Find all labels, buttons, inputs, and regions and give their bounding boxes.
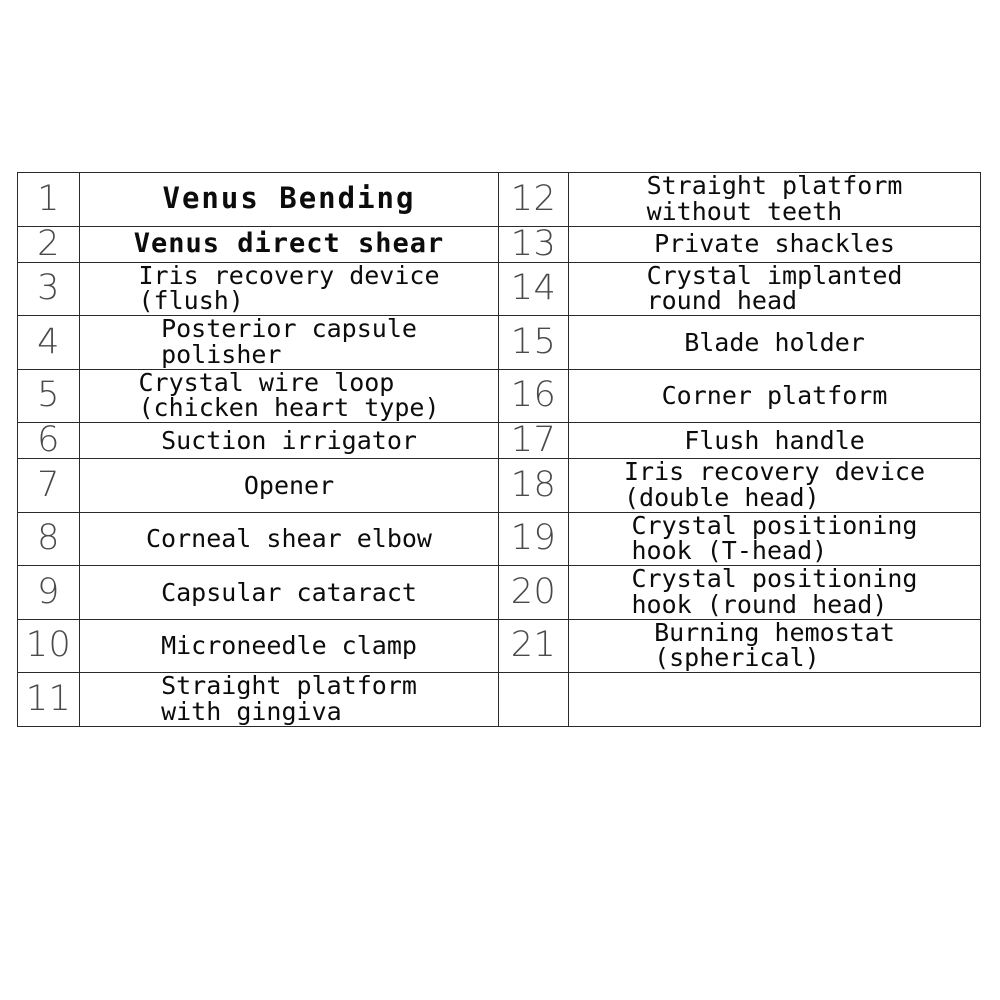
row-number-cell: 11 <box>17 672 80 727</box>
instrument-name-line: (double head) <box>623 482 820 512</box>
instrument-name-table: 1 Venus Bending 12 Straight platform without… <box>17 172 981 727</box>
instrument-name-block: Burning hemostat (spherical) <box>654 617 895 672</box>
instrument-name-line: (flush) <box>138 286 244 315</box>
row-number-cell: 5 <box>17 368 80 423</box>
instrument-name-line: with gingiva <box>161 696 342 726</box>
row-number-cell: 18 <box>498 458 569 513</box>
row-number-cell: 8 <box>17 511 80 566</box>
row-number-cell: 16 <box>498 368 569 423</box>
instrument-name-line: Venus direct shear <box>133 228 445 260</box>
instrument-name-cell: Flush handle <box>568 422 981 459</box>
instrument-name-cell: Corner platform <box>568 368 981 423</box>
table-row: 8 Corneal shear elbow 19 Crystal positionin… <box>17 510 981 566</box>
instrument-name-line: Straight platform <box>646 171 903 200</box>
instrument-name-line: Private shackles <box>654 229 895 259</box>
instrument-name-line: Suction irrigator <box>161 425 417 455</box>
table-row: 1 Venus Bending 12 Straight platform without… <box>17 172 981 227</box>
empty-cell <box>568 672 981 727</box>
instrument-name-line: Capsular cataract <box>161 577 417 607</box>
instrument-name-cell: Iris recovery device (double head) <box>568 458 981 513</box>
instrument-name-cell: Crystal positioning hook (round head) <box>568 565 981 620</box>
instrument-name-cell: Venus Bending <box>79 172 499 227</box>
row-number-cell: 3 <box>17 261 80 316</box>
page-root: 1 Venus Bending 12 Straight platform without… <box>0 0 1000 1000</box>
table-row: 10 Microneedle clamp 21 Burning hemostat (sp… <box>17 617 981 673</box>
table-row: 9 Capsular cataract 20 Crystal positioning h… <box>17 565 981 620</box>
instrument-name-line: round head <box>646 286 798 315</box>
row-number-cell: 7 <box>17 458 80 513</box>
table-row: 2 Venus direct shear 13 Private shackles <box>17 225 981 263</box>
instrument-name-line: Crystal implanted <box>646 260 903 290</box>
instrument-name-line: Corneal shear elbow <box>146 524 432 553</box>
row-number-cell: 6 <box>17 422 80 459</box>
instrument-name-block: Crystal positioning hook (round head) <box>632 566 918 617</box>
instrument-name-block: Crystal wire loop (chicken heart type) <box>138 367 440 422</box>
instrument-name-block: Straight platform without teeth <box>647 173 903 224</box>
instrument-name-line: Burning hemostat <box>654 617 895 647</box>
instrument-name-line: hook (T-head) <box>631 536 828 565</box>
instrument-name-cell: Crystal positioning hook (T-head) <box>568 510 981 566</box>
instrument-name-line: Flush handle <box>684 425 865 455</box>
instrument-name-cell: Straight platform without teeth <box>568 172 981 227</box>
table-row: 6 Suction irrigator 17 Flush handle <box>17 422 981 459</box>
instrument-name-line: Blade holder <box>684 327 865 357</box>
instrument-name-cell: Capsular cataract <box>79 565 499 620</box>
table-row: 5 Crystal wire loop (chicken heart type) 16… <box>17 367 981 423</box>
row-number-cell: 15 <box>498 315 569 370</box>
table-body: 1 Venus Bending 12 Straight platform without… <box>17 172 981 727</box>
instrument-name-line: Opener <box>243 470 335 500</box>
instrument-name-cell: Crystal wire loop (chicken heart type) <box>79 367 499 423</box>
row-number-cell <box>498 672 569 727</box>
instrument-name-block: Crystal implanted round head <box>646 260 903 315</box>
instrument-name-line: Iris recovery device <box>138 260 440 290</box>
row-number-cell: 2 <box>17 225 80 263</box>
instrument-name-cell: Blade holder <box>568 315 981 370</box>
instrument-name-cell: Crystal implanted round head <box>568 260 981 316</box>
instrument-name-block: Crystal positioning hook (T-head) <box>631 510 918 565</box>
row-number-cell: 9 <box>17 565 80 620</box>
row-number-cell: 12 <box>498 172 569 227</box>
instrument-name-block: Posterior capsule polisher <box>161 316 417 367</box>
instrument-name-line: (chicken heart type) <box>138 393 440 422</box>
instrument-name-line: Crystal wire loop <box>138 367 395 397</box>
row-number-cell: 4 <box>17 315 80 370</box>
instrument-name-line: Crystal positioning <box>631 510 918 540</box>
instrument-name-line: hook (round head) <box>631 589 888 619</box>
instrument-name-cell: Opener <box>79 458 499 513</box>
instrument-name-cell: Private shackles <box>568 225 981 263</box>
row-number-cell: 14 <box>498 261 569 316</box>
row-number-cell: 17 <box>498 422 569 459</box>
instrument-name-line: Venus Bending <box>162 181 416 216</box>
row-number-cell: 19 <box>498 511 569 566</box>
instrument-name-cell: Burning hemostat (spherical) <box>568 617 981 673</box>
instrument-name-cell: Microneedle clamp <box>79 618 499 673</box>
instrument-name-block: Iris recovery device (flush) <box>138 260 440 315</box>
instrument-name-line: Corner platform <box>661 381 888 410</box>
row-number-cell: 20 <box>498 565 569 620</box>
row-number-cell: 13 <box>498 225 569 263</box>
instrument-name-cell: Corneal shear elbow <box>79 511 499 566</box>
instrument-name-line: Iris recovery device <box>623 457 926 486</box>
instrument-name-line: polisher <box>161 339 282 369</box>
instrument-name-cell: Iris recovery device (flush) <box>79 260 499 316</box>
table-row: 3 Iris recovery device (flush) 14 Crystal im… <box>17 260 981 316</box>
row-number-cell: 1 <box>17 172 80 227</box>
instrument-name-cell: Posterior capsule polisher <box>79 315 499 370</box>
instrument-name-cell: Straight platform with gingiva <box>79 672 499 727</box>
instrument-name-block: Straight platform with gingiva <box>161 673 417 724</box>
instrument-name-line: Crystal positioning <box>631 564 918 593</box>
row-number-cell: 21 <box>498 618 569 673</box>
instrument-name-line: Straight platform <box>161 671 417 700</box>
instrument-name-line: Microneedle clamp <box>161 631 417 660</box>
instrument-name-cell: Venus direct shear <box>79 225 499 263</box>
instrument-name-line: without teeth <box>646 196 843 226</box>
instrument-name-line: Posterior capsule <box>161 314 417 343</box>
table-row: 11 Straight platform with gingiva <box>17 672 981 727</box>
instrument-name-cell: Suction irrigator <box>79 422 499 459</box>
table-row: 4 Posterior capsule polisher 15 Blade holder <box>17 315 981 370</box>
instrument-name-block: Iris recovery device (double head) <box>624 459 925 510</box>
row-number-cell: 10 <box>17 618 80 673</box>
table-row: 7 Opener 18 Iris recovery device (double hea… <box>17 458 981 513</box>
instrument-name-line: (spherical) <box>654 643 820 672</box>
